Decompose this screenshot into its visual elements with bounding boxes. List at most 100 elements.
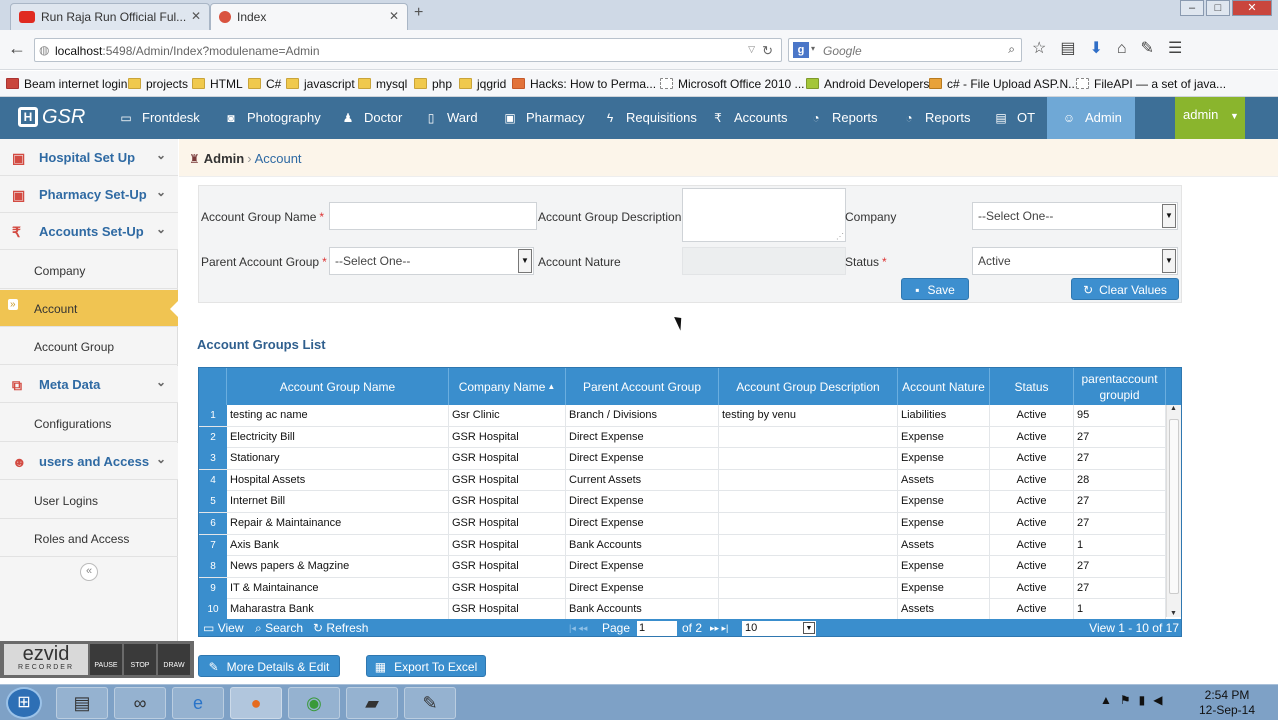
table-row[interactable]: 3 Stationary GSR Hospital Direct Expense Exp…: [199, 448, 1166, 470]
table-row[interactable]: 5 Internet Bill GSR Hospital Direct Expense…: [199, 491, 1166, 513]
menu-ot[interactable]: ▤ OT: [993, 97, 1035, 139]
address-bar[interactable]: ◍ localhost:5498/Admin/Index?modulename=…: [34, 38, 782, 62]
taskbar-ezvid[interactable]: ✎: [404, 687, 456, 719]
scroll-down-icon[interactable]: ▼: [1170, 610, 1177, 617]
resize-handle-icon[interactable]: ⋰: [836, 232, 844, 241]
taskbar-chrome[interactable]: ◉: [288, 687, 340, 719]
table-row[interactable]: 4 Hospital Assets GSR Hospital Current Asse…: [199, 469, 1166, 492]
column-header[interactable]: Status: [990, 368, 1074, 405]
bookmark-folder[interactable]: projects: [128, 77, 188, 91]
table-row[interactable]: 7 Axis Bank GSR Hospital Bank Accounts Asset…: [199, 534, 1166, 557]
pause-button[interactable]: PAUSE: [90, 644, 122, 675]
sidebar-item-meta-data[interactable]: ⧉ Meta Data ⌄: [0, 366, 178, 403]
download-icon[interactable]: ⬇: [1089, 40, 1116, 57]
sidebar-item-account[interactable]: » Account: [0, 290, 179, 327]
account-group-name-input[interactable]: [329, 202, 537, 230]
sidebar-item-users-access[interactable]: ☻ users and Access ⌄: [0, 443, 178, 480]
clear-values-button[interactable]: ↻ Clear Values: [1071, 278, 1179, 300]
column-header[interactable]: Account Group Description: [719, 368, 898, 405]
menu-admin[interactable]: ☺ Admin: [1047, 97, 1135, 139]
volume-icon[interactable]: ◀: [1153, 693, 1170, 707]
column-header[interactable]: Account Nature: [898, 368, 990, 405]
extension-icon[interactable]: ✎: [1141, 40, 1168, 57]
next-last-page-icons[interactable]: ▸▸ ▸|: [710, 619, 728, 636]
flag-icon[interactable]: ⚑: [1120, 693, 1139, 707]
bookmark-folder[interactable]: HTML: [192, 77, 243, 91]
taskbar-ie[interactable]: e: [172, 687, 224, 719]
export-to-excel-button[interactable]: ▦ Export To Excel: [366, 655, 486, 677]
app-logo[interactable]: H GSR: [18, 106, 85, 129]
account-group-description-textarea[interactable]: ⋰: [682, 188, 846, 242]
column-header-company[interactable]: Company Name ▲: [449, 368, 566, 405]
clock[interactable]: 2:54 PM 12-Sep-14: [1192, 688, 1262, 718]
tab-youtube[interactable]: Run Raja Run Official Ful... ✕: [10, 3, 210, 30]
sidebar-item-accounts-setup[interactable]: ₹ Accounts Set-Up ⌄: [0, 213, 178, 250]
company-select[interactable]: --Select One-- ▼: [972, 202, 1178, 230]
network-icon[interactable]: ▮: [1139, 693, 1154, 707]
taskbar-visual-studio[interactable]: ▰: [346, 687, 398, 719]
taskbar-explorer[interactable]: ▤: [56, 687, 108, 719]
stop-button[interactable]: STOP: [124, 644, 156, 675]
menu-requisitions[interactable]: ϟ Requisitions: [602, 97, 697, 139]
bookmark-item[interactable]: Hacks: How to Perma...: [512, 77, 656, 91]
rows-per-page-select[interactable]: 10 ▼: [742, 621, 816, 636]
bookmark-folder[interactable]: php: [414, 77, 452, 91]
parent-account-group-select[interactable]: --Select One-- ▼: [329, 247, 534, 275]
menu-icon[interactable]: ☰: [1168, 40, 1196, 57]
menu-doctor[interactable]: ♟ Doctor: [340, 97, 403, 139]
menu-reports[interactable]: ◔ Reports: [808, 97, 877, 139]
search-engine-dropdown-icon[interactable]: ▾: [811, 44, 815, 53]
bookmark-folder[interactable]: C#: [248, 77, 281, 91]
new-tab-button[interactable]: +: [414, 4, 434, 22]
more-details-edit-button[interactable]: ✎ More Details & Edit: [198, 655, 340, 677]
search-box[interactable]: g ▾ Google ⌕: [788, 38, 1022, 62]
back-arrow-icon[interactable]: ←: [8, 38, 26, 59]
bookmark-item[interactable]: Beam internet login: [6, 77, 127, 91]
url-dropdown-icon[interactable]: ▽: [748, 44, 755, 55]
minimize-icon[interactable]: ‒: [1180, 0, 1204, 16]
bookmark-item[interactable]: Android Developers: [806, 77, 929, 91]
search-button[interactable]: ⌕ Search: [255, 619, 303, 636]
save-button[interactable]: ▪ Save: [901, 278, 969, 300]
collapse-sidebar-button[interactable]: «: [80, 563, 98, 581]
taskbar-firefox[interactable]: ●: [230, 687, 282, 719]
sidebar-item-hospital-setup[interactable]: ▣ Hospital Set Up ⌄: [0, 139, 178, 176]
tab-index[interactable]: Index ✕: [210, 3, 408, 30]
table-row[interactable]: 9 IT & Maintainance GSR Hospital Direct Exp…: [199, 577, 1166, 600]
bookmark-folder[interactable]: javascript: [286, 77, 355, 91]
table-row[interactable]: 2 Electricity Bill GSR Hospital Direct Expe…: [199, 426, 1166, 449]
table-row[interactable]: 8 News papers & Magzine GSR Hospital Direct…: [199, 556, 1166, 578]
sidebar-item-company[interactable]: Company: [0, 252, 178, 289]
grid-scrollbar[interactable]: ▲ ▼: [1166, 405, 1181, 617]
search-icon[interactable]: ⌕: [1008, 42, 1015, 57]
view-button[interactable]: ▭ View: [203, 619, 243, 636]
table-row[interactable]: 6 Repair & Maintainance GSR Hospital Direct…: [199, 513, 1166, 535]
menu-pharmacy[interactable]: ▣ Pharmacy: [502, 97, 584, 139]
scroll-thumb[interactable]: [1169, 419, 1179, 594]
close-tab-icon[interactable]: ✕: [389, 9, 399, 23]
user-menu[interactable]: admin ▼: [1175, 97, 1245, 139]
bookmark-folder[interactable]: mysql: [358, 77, 407, 91]
page-number-input[interactable]: 1: [637, 621, 677, 636]
maximize-icon[interactable]: □: [1206, 0, 1230, 16]
scroll-up-icon[interactable]: ▲: [1170, 405, 1177, 412]
tray-arrow-icon[interactable]: ▲: [1100, 693, 1120, 707]
draw-button[interactable]: DRAW: [158, 644, 190, 675]
column-header[interactable]: parentaccount groupid: [1074, 368, 1166, 405]
reading-list-icon[interactable]: ▤: [1060, 40, 1089, 57]
column-header[interactable]: Parent Account Group: [566, 368, 719, 405]
sidebar-item-roles-access[interactable]: Roles and Access: [0, 520, 178, 557]
menu-ward[interactable]: ▯ Ward: [423, 97, 478, 139]
sidebar-item-pharmacy-setup[interactable]: ▣ Pharmacy Set-Up ⌄: [0, 176, 178, 213]
bookmark-item[interactable]: Microsoft Office 2010 ...: [660, 77, 805, 91]
breadcrumb-root[interactable]: Admin: [204, 151, 244, 166]
start-button[interactable]: ⊞: [6, 687, 42, 719]
sidebar-item-configurations[interactable]: Configurations: [0, 405, 178, 442]
bookmark-item[interactable]: c# - File Upload ASP.N...: [929, 77, 1078, 91]
table-row[interactable]: 10 Maharastra Bank GSR Hospital Bank Accoun…: [199, 599, 1166, 621]
sidebar-item-user-logins[interactable]: User Logins: [0, 482, 178, 519]
menu-photography[interactable]: ◙ Photography: [223, 97, 320, 139]
close-tab-icon[interactable]: ✕: [191, 9, 201, 23]
taskbar-app[interactable]: ∞: [114, 687, 166, 719]
menu-reports-2[interactable]: ◔ Reports: [901, 97, 970, 139]
